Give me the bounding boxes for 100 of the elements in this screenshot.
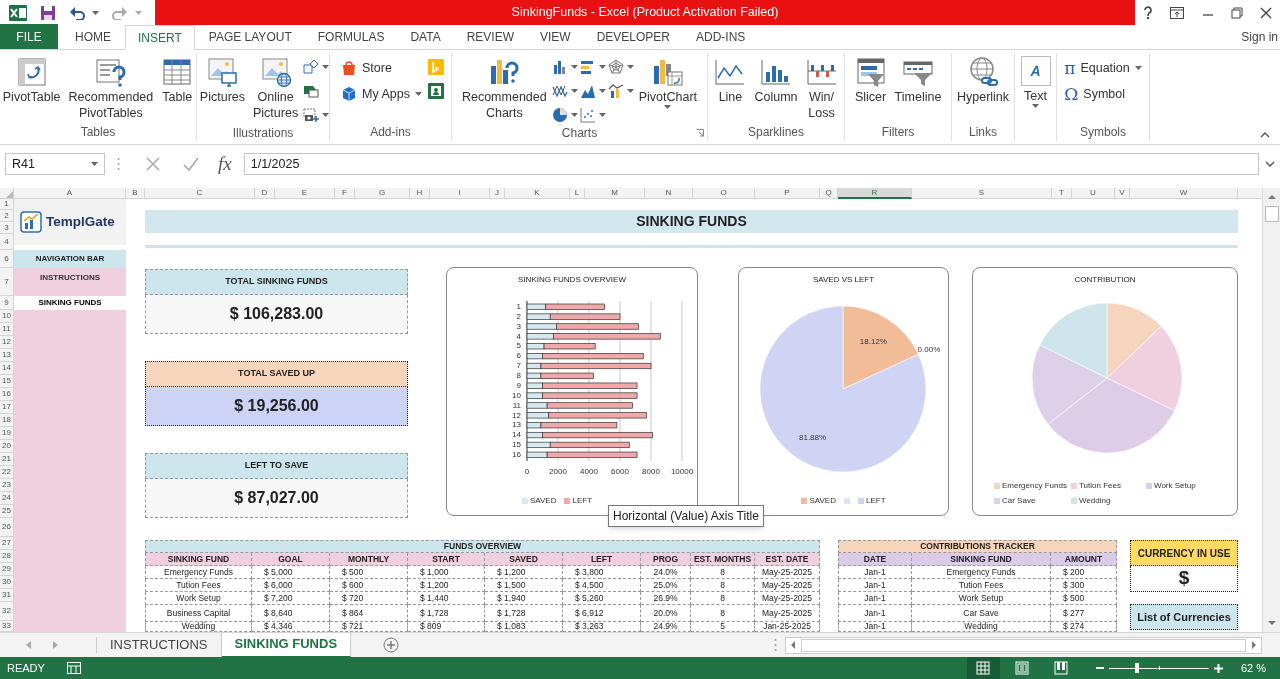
ribbon-tab[interactable]: DATA [397,24,454,49]
zoom-in-icon[interactable] [1213,663,1223,673]
text-button[interactable]: A Text [1020,53,1051,108]
grid-letter-heading[interactable]: U [1072,188,1115,199]
zoom-out-icon[interactable] [1095,664,1104,672]
close-icon[interactable] [1260,6,1272,19]
win-loss-button[interactable]: Win/ Loss [802,53,841,121]
grid-letter-heading[interactable]: K [505,188,570,199]
pivot-chart-button[interactable]: PivotChart [635,53,701,109]
ribbon-button[interactable]: Ω Symbol [1064,84,1142,104]
grid-letter-heading[interactable]: W [1130,188,1238,199]
pivot-table-button[interactable]: PivotTable [0,53,64,105]
ribbon-button[interactable]: Store [341,58,422,78]
row-number[interactable]: 17 [0,401,13,414]
grid-letter-heading[interactable]: E [275,188,335,199]
row-number[interactable]: 2 [0,210,13,222]
name-box[interactable]: R41 [5,153,105,175]
sign-in-link[interactable]: Sign in [1241,24,1280,49]
dialog-launcher-icon[interactable] [696,129,704,137]
row-number[interactable]: 7 [0,268,13,296]
row-number[interactable]: 25 [0,505,13,518]
sheet-tab[interactable]: SINKING FUNDS [221,632,352,658]
help-icon[interactable] [1143,5,1153,20]
row-number[interactable]: 31 [0,589,13,602]
ribbon-tab[interactable]: INSERT [125,25,195,50]
grid-letter-heading[interactable]: T [1052,188,1072,199]
shapes-button[interactable] [303,57,330,76]
ribbon-tab[interactable]: ADD-INS [683,24,759,49]
formula-input[interactable]: 1/1/2025 [243,153,1259,175]
ribbon-button[interactable]: π Equation [1064,58,1142,78]
row-number[interactable]: 20 [0,440,13,453]
line-sparkline-button[interactable]: Line [711,53,750,105]
row-number[interactable]: 18 [0,414,13,427]
screenshot-button[interactable] [303,105,330,124]
row-number[interactable]: 4 [0,234,13,250]
grid-letter-heading[interactable]: H [410,188,430,199]
view-button[interactable] [966,657,1000,679]
zoom-slider[interactable] [1108,663,1209,673]
row-number[interactable]: 15 [0,375,13,388]
restore-icon[interactable] [1230,6,1243,19]
row-number[interactable]: 3 [0,222,13,234]
grid-letter-heading[interactable]: D [255,188,275,199]
scatter-chart-button[interactable] [579,105,606,124]
scrollbar-thumb[interactable] [1264,206,1279,222]
file-tab[interactable]: FILE [0,24,58,49]
grid-letter-heading[interactable]: S [912,188,1052,199]
picture-button[interactable]: Pictures [196,53,248,105]
row-number[interactable]: 22 [0,466,13,479]
column-sparkline-button[interactable]: Column [751,53,801,105]
people-graph-button[interactable] [427,81,444,100]
slicer-button[interactable]: Slicer [851,53,890,105]
row-number[interactable]: 19 [0,427,13,440]
collapse-ribbon-icon[interactable] [1260,132,1270,138]
row-number[interactable]: 14 [0,362,13,375]
row-number[interactable]: 6 [0,250,13,268]
grid-letter-heading[interactable]: L [570,188,585,199]
ribbon-tab[interactable]: HOME [62,24,124,49]
ribbon-display-icon[interactable] [1170,6,1185,19]
grid-letter-heading[interactable]: O [693,188,755,199]
excel-logo-icon[interactable] [9,3,27,22]
ribbon-button[interactable]: My Apps [341,84,422,104]
row-number[interactable]: 21 [0,453,13,466]
radar-chart-button[interactable] [607,57,634,76]
row-number[interactable]: 23 [0,479,13,492]
macro-record-icon[interactable] [66,662,81,674]
chart-question-button[interactable]: Recommended Charts [458,53,550,121]
horizontal-scrollbar[interactable] [785,636,1262,654]
grid-letter-heading[interactable]: J [490,188,505,199]
row-number[interactable]: 10 [0,310,13,323]
row-number[interactable]: 24 [0,492,13,505]
grid-letter-heading[interactable]: P [755,188,820,199]
ribbon-tab[interactable]: FORMULAS [304,24,398,49]
row-number[interactable]: 28 [0,550,13,563]
currency-list-button[interactable]: List of Currencies [1130,604,1238,630]
ribbon-tab[interactable]: REVIEW [453,24,527,49]
grid-letter-heading[interactable]: F [335,188,355,199]
row-number[interactable]: 27 [0,537,13,550]
save-icon[interactable] [40,4,56,21]
expand-formula-bar-icon[interactable] [1265,161,1275,167]
row-number[interactable]: 26 [0,518,13,537]
row-number[interactable]: 16 [0,388,13,401]
online-picture-button[interactable]: Online Pictures [250,53,302,121]
row-number[interactable]: 32 [0,602,13,621]
ribbon-tab[interactable]: PAGE LAYOUT [195,24,305,49]
undo-icon[interactable] [69,5,85,20]
row-number[interactable]: 29 [0,563,13,576]
row-number[interactable]: 1 [0,199,13,210]
grid-letter-heading[interactable]: R [838,188,912,199]
grid-letter-heading[interactable]: M [585,188,645,199]
ribbon-tab[interactable]: DEVELOPER [583,24,683,49]
globe-link-button[interactable]: Hyperlink [953,53,1013,105]
grid-letter-heading[interactable]: I [430,188,490,199]
row-number[interactable]: 11 [0,323,13,336]
row-number[interactable]: 13 [0,349,13,362]
grid-letter-heading[interactable]: C [145,188,255,199]
zoom-slider-thumb[interactable] [1134,663,1139,673]
grid-letter-heading[interactable]: A [14,188,126,199]
vertical-scrollbar[interactable] [1262,188,1280,632]
grid-letter-heading[interactable]: N [645,188,693,199]
table-question-button[interactable]: Recommended PivotTables [65,53,157,121]
